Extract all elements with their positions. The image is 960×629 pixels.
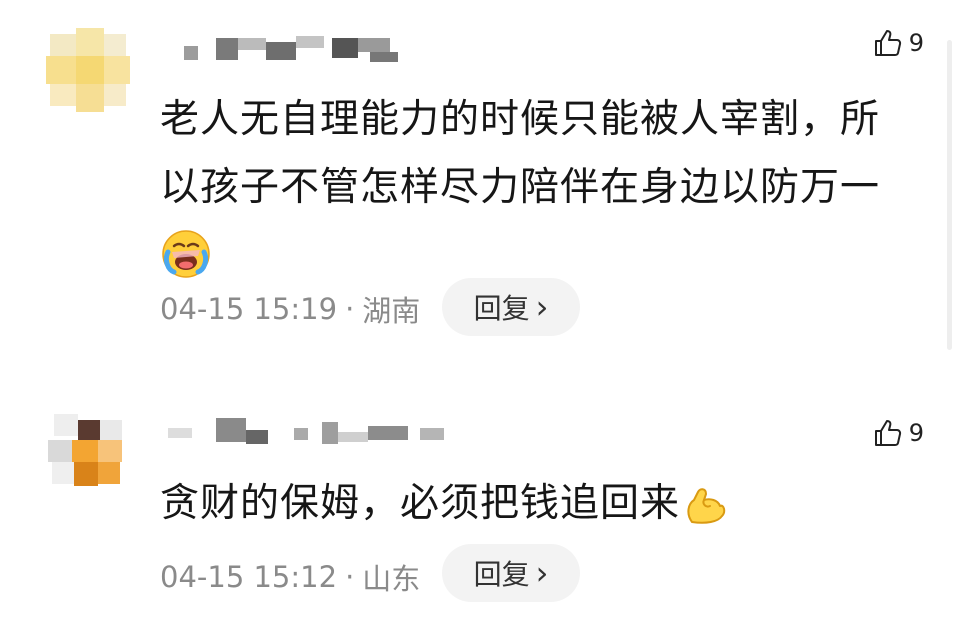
timestamp: 04-15 15:12 [160, 560, 338, 594]
thumbs-up-icon [874, 420, 901, 446]
avatar[interactable] [46, 410, 130, 494]
username-redacted[interactable] [160, 32, 420, 64]
location: 山东 [362, 562, 421, 596]
separator: · [345, 292, 355, 326]
comment-text-line: 贪财的保姆，必须把钱追回来 [160, 481, 681, 526]
crying-face-emoji [162, 230, 210, 278]
like-count: 9 [908, 419, 924, 447]
like-button[interactable]: 9 [873, 418, 924, 448]
comment-item: 9 贪财的保姆，必须把钱追回来 04-15 15:12 · 山东 回复 › [0, 380, 960, 629]
comment-meta: 04-15 15:19 · 湖南 [160, 288, 420, 330]
timestamp: 04-15 15:19 [160, 292, 338, 326]
like-button[interactable]: 9 [873, 28, 924, 58]
comment-item: 9 老人无自理能力的时候只能被人宰割，所 以孩子不管怎样尽力陪伴在身边以防万一 … [0, 0, 960, 350]
comment-text: 贪财的保姆，必须把钱追回来 [160, 470, 920, 538]
chevron-right-icon: › [535, 288, 549, 326]
reply-button[interactable]: 回复 › [442, 544, 580, 602]
avatar[interactable] [46, 28, 130, 112]
reply-button[interactable]: 回复 › [442, 278, 580, 336]
chevron-right-icon: › [535, 554, 549, 592]
thumbs-up-icon [874, 30, 901, 56]
location: 湖南 [362, 294, 421, 328]
reply-label: 回复 [473, 558, 530, 591]
separator: · [345, 560, 355, 594]
username-redacted[interactable] [160, 416, 444, 448]
scrollbar[interactable] [947, 40, 952, 350]
comment-text-line: 老人无自理能力的时候只能被人宰割，所 [160, 97, 881, 142]
comment-text-line: 以孩子不管怎样尽力陪伴在身边以防万一 [160, 165, 881, 210]
comment-meta: 04-15 15:12 · 山东 [160, 556, 420, 598]
reply-label: 回复 [473, 292, 530, 325]
comment-text: 老人无自理能力的时候只能被人宰割，所 以孩子不管怎样尽力陪伴在身边以防万一 [160, 86, 920, 290]
like-count: 9 [908, 29, 924, 57]
flexed-biceps-emoji [687, 487, 726, 524]
